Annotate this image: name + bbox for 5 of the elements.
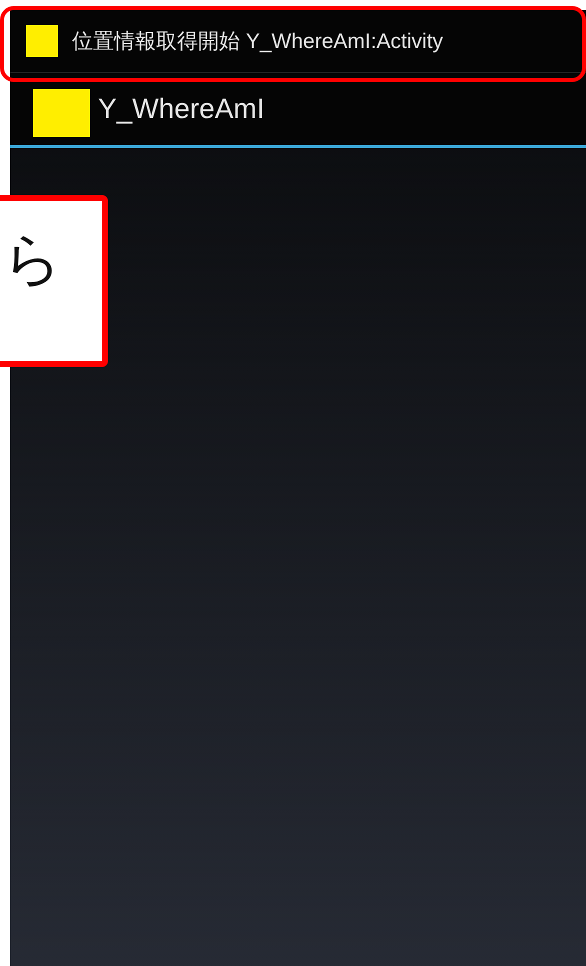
notification-text: 位置情報取得開始 Y_WhereAmI:Activity (72, 29, 444, 55)
app-title: Y_WhereAmI (98, 93, 264, 125)
callout-text: ら (3, 224, 62, 295)
app-icon (26, 25, 58, 57)
app-icon[interactable] (33, 89, 90, 137)
